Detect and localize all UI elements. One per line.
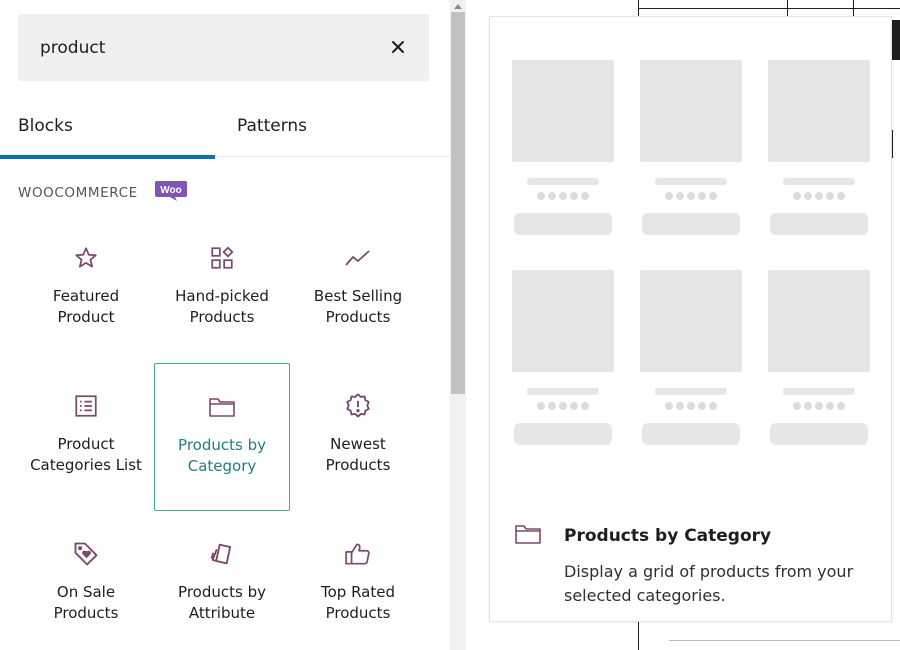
block-inserter-panel: Blocks Patterns WOOCOMMERCE Woo Featured…	[0, 0, 450, 650]
cards-icon	[208, 540, 236, 568]
search-box	[18, 14, 429, 81]
section-title: WOOCOMMERCE	[18, 185, 138, 201]
inserter-scrollbar[interactable]	[450, 0, 466, 650]
svg-text:Woo: Woo	[160, 185, 181, 196]
preview-info: Products by Category Display a grid of p…	[514, 522, 874, 608]
tab-blocks[interactable]: Blocks	[0, 95, 215, 159]
block-label: Hand-picked Products	[175, 287, 269, 326]
block-label: Products by Category	[178, 436, 266, 475]
grid-shapes-icon	[208, 244, 236, 272]
block-preview-popover: Products by Category Display a grid of p…	[489, 16, 892, 622]
block-newest-products[interactable]: Newest Products	[290, 370, 426, 518]
scrollbar-thumb[interactable]	[451, 12, 465, 394]
active-tab-indicator	[0, 155, 215, 159]
block-label: Best Selling Products	[313, 287, 403, 326]
block-featured-product[interactable]: Featured Product	[18, 222, 154, 370]
block-label: Products by Attribute	[178, 583, 266, 622]
block-label: Top Rated Products	[321, 583, 395, 622]
woo-logo: Woo	[154, 180, 188, 206]
block-top-rated-products[interactable]: Top Rated Products	[290, 518, 426, 650]
block-label: Featured Product	[52, 287, 120, 326]
list-icon	[72, 392, 100, 420]
block-product-categories-list[interactable]: Product Categories List	[18, 370, 154, 518]
placeholder-product-card	[768, 270, 870, 445]
preview-description: Display a grid of products from your sel…	[564, 562, 854, 605]
inserter-tabs: Blocks Patterns	[0, 95, 450, 159]
block-label: Product Categories List	[30, 435, 142, 474]
tab-patterns-label: Patterns	[237, 116, 308, 136]
placeholder-product-card	[768, 60, 870, 235]
folder-icon	[514, 522, 542, 550]
block-best-selling-products[interactable]: Best Selling Products	[290, 222, 426, 370]
exclamation-badge-icon	[344, 392, 372, 420]
search-input[interactable]	[40, 14, 370, 81]
placeholder-product-card	[512, 60, 614, 235]
block-products-by-attribute[interactable]: Products by Attribute	[154, 518, 290, 650]
tab-blocks-label: Blocks	[18, 116, 73, 136]
thumbs-up-icon	[344, 540, 372, 568]
tab-patterns[interactable]: Patterns	[215, 95, 450, 157]
trend-line-icon	[344, 244, 372, 272]
section-header: WOOCOMMERCE Woo	[18, 180, 188, 206]
placeholder-product-card	[640, 60, 742, 235]
block-label: On Sale Products	[53, 583, 119, 622]
close-icon	[392, 41, 404, 53]
clear-search-button[interactable]	[387, 36, 409, 58]
preview-title: Products by Category	[564, 526, 772, 546]
block-on-sale-products[interactable]: On Sale Products	[18, 518, 154, 650]
scroll-up-arrow[interactable]	[450, 0, 466, 12]
block-label: Newest Products	[325, 435, 391, 474]
folder-icon	[208, 393, 236, 421]
placeholder-product-card	[640, 270, 742, 445]
block-hand-picked-products[interactable]: Hand-picked Products	[154, 222, 290, 370]
tag-heart-icon	[72, 540, 100, 568]
block-products-by-category[interactable]: Products by Category	[154, 363, 290, 511]
placeholder-product-card	[512, 270, 614, 445]
star-icon	[72, 244, 100, 272]
